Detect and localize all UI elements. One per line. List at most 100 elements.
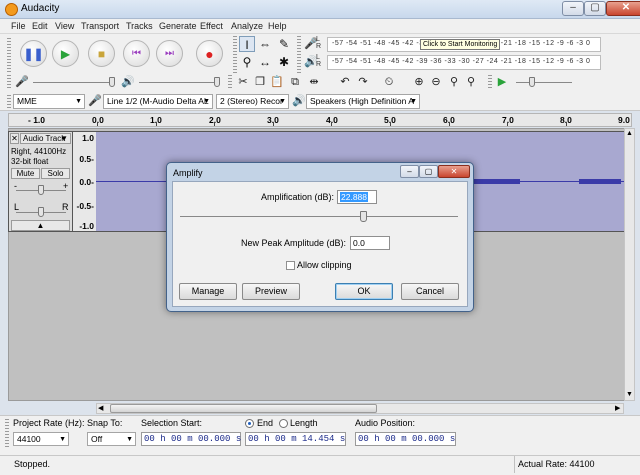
tools-gripper[interactable] bbox=[233, 36, 237, 73]
status-text: Stopped. bbox=[14, 459, 51, 469]
pan-thumb[interactable] bbox=[38, 207, 44, 217]
output-volume-icon: 🔊 bbox=[121, 76, 135, 88]
menu-edit[interactable]: Edit bbox=[32, 21, 48, 31]
menu-tracks[interactable]: Tracks bbox=[126, 21, 153, 31]
mute-button[interactable]: Mute bbox=[11, 168, 40, 179]
record-button[interactable]: ● bbox=[196, 40, 223, 67]
time-shift-tool-icon[interactable]: ↔ bbox=[257, 54, 273, 70]
trim-icon[interactable]: ⧉ bbox=[287, 74, 303, 90]
manage-button[interactable]: Manage bbox=[179, 283, 237, 300]
input-volume-slider[interactable] bbox=[33, 82, 113, 83]
end-radio[interactable] bbox=[245, 419, 254, 428]
skip-end-icon: ⏭ bbox=[165, 48, 174, 59]
menu-generate[interactable]: Generate bbox=[159, 21, 197, 31]
play-speed-thumb[interactable] bbox=[529, 77, 535, 87]
multi-tool-icon[interactable]: ✱ bbox=[276, 54, 292, 70]
sync-lock-icon[interactable]: ⏲ bbox=[381, 74, 397, 90]
scroll-up-icon[interactable]: ▲ bbox=[626, 130, 633, 137]
selection-start-time[interactable]: 00 h 00 m 00.000 s bbox=[141, 432, 241, 446]
maximize-button[interactable]: ▢ bbox=[584, 1, 606, 16]
minimize-button[interactable]: – bbox=[562, 1, 584, 16]
menu-file[interactable]: File bbox=[11, 21, 26, 31]
recording-channels-select[interactable]: 2 (Stereo) Recor ▼ bbox=[216, 94, 289, 109]
allow-clipping-checkbox[interactable] bbox=[286, 261, 295, 270]
project-rate-label: Project Rate (Hz): bbox=[13, 418, 85, 428]
track-collapse-button[interactable]: ▲ bbox=[11, 220, 70, 231]
selection-tool-icon[interactable]: I bbox=[239, 36, 255, 52]
audio-host-value: MME bbox=[17, 96, 37, 106]
menu-help[interactable]: Help bbox=[268, 21, 287, 31]
preview-button[interactable]: Preview bbox=[242, 283, 300, 300]
skip-to-end-button[interactable]: ⏭ bbox=[156, 40, 183, 67]
output-volume-slider[interactable] bbox=[139, 82, 219, 83]
pause-button[interactable]: ❚❚ bbox=[20, 40, 47, 67]
menu-view[interactable]: View bbox=[55, 21, 74, 31]
menu-transport[interactable]: Transport bbox=[81, 21, 119, 31]
copy-icon[interactable]: ❐ bbox=[252, 74, 268, 90]
dialog-close-button[interactable]: ✕ bbox=[438, 165, 470, 178]
track-vertical-ruler[interactable]: 1.0 0.5- 0.0- -0.5- -1.0 bbox=[73, 131, 96, 232]
playback-device-select[interactable]: Speakers (High Definition A ▼ bbox=[306, 94, 420, 109]
paste-icon[interactable]: 📋 bbox=[269, 74, 285, 90]
output-volume-thumb[interactable] bbox=[214, 77, 220, 87]
stop-button[interactable]: ■ bbox=[88, 40, 115, 67]
allow-clipping-label: Allow clipping bbox=[297, 260, 352, 270]
toolbar-gripper[interactable] bbox=[7, 38, 11, 72]
length-radio[interactable] bbox=[279, 419, 288, 428]
snap-to-select[interactable]: Off ▼ bbox=[87, 432, 136, 446]
zoom-out-icon[interactable]: ⊖ bbox=[428, 74, 444, 90]
draw-tool-icon[interactable]: ✎ bbox=[276, 36, 292, 52]
audio-position-time[interactable]: 00 h 00 m 00.000 s bbox=[355, 432, 456, 446]
undo-icon[interactable]: ↶ bbox=[337, 74, 353, 90]
gain-thumb[interactable] bbox=[38, 185, 44, 195]
track-menu-button[interactable]: Audio Track ▼ bbox=[20, 133, 71, 144]
amplification-input[interactable]: 22.888 bbox=[337, 190, 377, 204]
amplification-label: Amplification (dB): bbox=[260, 192, 334, 202]
ok-button[interactable]: OK bbox=[335, 283, 393, 300]
new-peak-input[interactable]: 0.0 bbox=[350, 236, 390, 250]
ruler-tick bbox=[97, 122, 98, 126]
skip-to-start-button[interactable]: ⏮ bbox=[123, 40, 150, 67]
input-volume-thumb[interactable] bbox=[109, 77, 115, 87]
selection-gripper[interactable] bbox=[5, 419, 9, 449]
edit-gripper[interactable] bbox=[228, 75, 232, 89]
zoom-tool-icon[interactable]: ⚲ bbox=[239, 54, 255, 70]
play-at-speed-icon[interactable]: ▶ bbox=[494, 74, 510, 90]
recording-device-select[interactable]: Line 1/2 (M-Audio Delta AL ▼ bbox=[103, 94, 213, 109]
close-button[interactable]: ✕ bbox=[606, 1, 640, 16]
dialog-maximize-button[interactable]: ▢ bbox=[419, 165, 438, 178]
device-gripper[interactable] bbox=[7, 95, 11, 108]
play-button[interactable]: ▶ bbox=[52, 40, 79, 67]
track-close-button[interactable]: ✕ bbox=[10, 133, 19, 144]
cut-icon[interactable]: ✂ bbox=[235, 74, 251, 90]
meter-gripper[interactable] bbox=[297, 36, 301, 73]
horizontal-scroll-thumb[interactable] bbox=[110, 404, 377, 413]
menu-analyze[interactable]: Analyze bbox=[231, 21, 263, 31]
amplification-slider-thumb[interactable] bbox=[360, 211, 368, 222]
envelope-tool-icon[interactable]: ⇔ bbox=[257, 36, 273, 52]
mixer-gripper[interactable] bbox=[7, 75, 11, 89]
scroll-down-icon[interactable]: ▼ bbox=[626, 391, 633, 398]
solo-button[interactable]: Solo bbox=[41, 168, 70, 179]
scroll-right-icon[interactable]: ▶ bbox=[615, 404, 620, 412]
audio-host-select[interactable]: MME ▼ bbox=[13, 94, 85, 109]
scroll-left-icon[interactable]: ◀ bbox=[98, 404, 103, 412]
cancel-button[interactable]: Cancel bbox=[401, 283, 459, 300]
selection-end-time[interactable]: 00 h 00 m 14.454 s bbox=[245, 432, 346, 446]
amplification-slider[interactable] bbox=[180, 216, 458, 217]
playback-meter[interactable]: -57 -54 -51 -48 -45 -42 -39 -36 -33 -30 … bbox=[327, 55, 601, 70]
menu-effect[interactable]: Effect bbox=[200, 21, 223, 31]
silence-icon[interactable]: ⇹ bbox=[306, 74, 322, 90]
project-rate-select[interactable]: 44100 ▼ bbox=[13, 432, 69, 446]
fit-project-icon[interactable]: ⚲ bbox=[463, 74, 479, 90]
play-speed-slider[interactable] bbox=[516, 82, 572, 83]
redo-icon[interactable]: ↷ bbox=[355, 74, 371, 90]
zoom-in-icon[interactable]: ⊕ bbox=[411, 74, 427, 90]
timeline-ruler[interactable]: - 1.0 0.0 1.0 2.0 3.0 4.0 5.0 6.0 7.0 8.… bbox=[8, 113, 632, 127]
transcription-gripper[interactable] bbox=[488, 75, 492, 89]
fit-selection-icon[interactable]: ⚲ bbox=[446, 74, 462, 90]
recording-channels-value: 2 (Stereo) Recor bbox=[220, 96, 283, 106]
dialog-minimize-button[interactable]: – bbox=[400, 165, 419, 178]
vertical-scrollbar[interactable] bbox=[624, 128, 635, 401]
amplification-value: 22.888 bbox=[340, 192, 368, 202]
